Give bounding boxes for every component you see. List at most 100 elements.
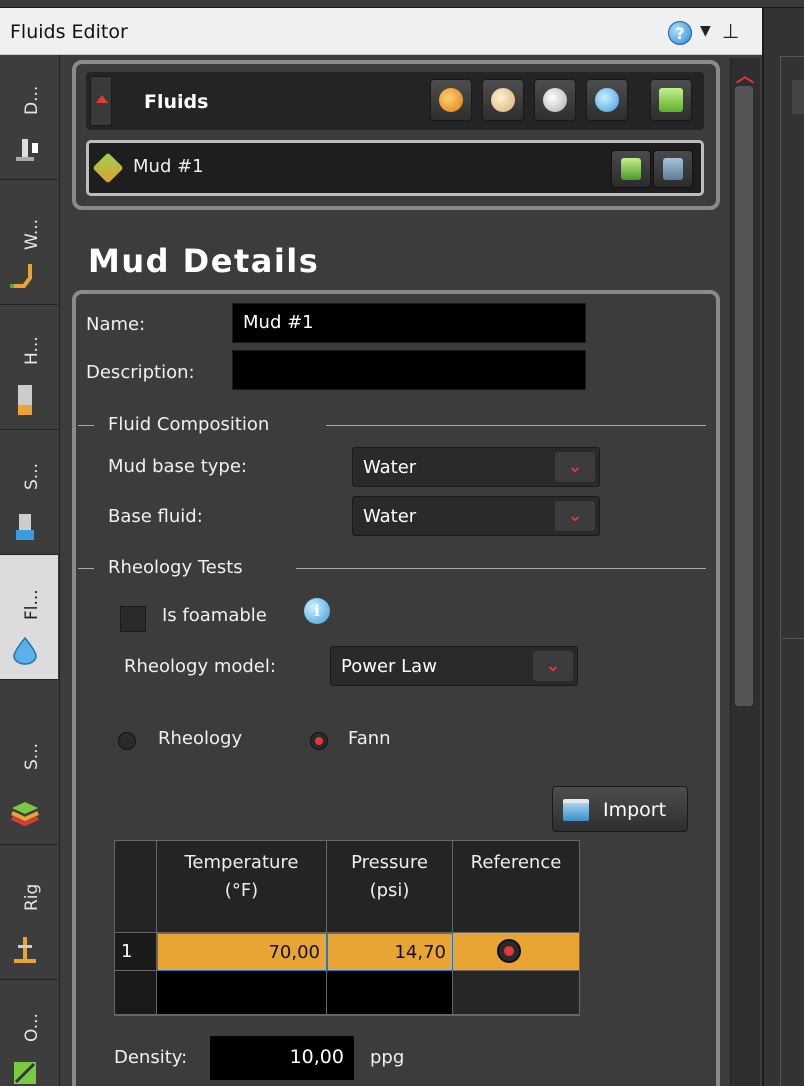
density-label: Density:	[114, 1047, 188, 1068]
mud-base-type-label: Mud base type:	[108, 456, 247, 477]
base-fluid-label: Base fluid:	[108, 506, 203, 527]
add-cream-fluid-icon	[491, 88, 515, 112]
add-blue-fluid-button[interactable]	[586, 79, 628, 121]
tab-subsurface[interactable]: S...	[0, 680, 58, 845]
new-reference-cell[interactable]	[453, 971, 579, 1015]
vertical-scrollbar[interactable]: ︿	[730, 58, 760, 1086]
fluids-header-label: Fluids	[144, 91, 209, 113]
vertical-tab-strip: D... W... H... S... Fl... S... Rig O...	[0, 55, 60, 1086]
dropdown-arrow-icon[interactable]: ▼	[700, 23, 711, 39]
other-icon	[14, 1062, 36, 1084]
help-icon[interactable]: ?	[668, 21, 692, 45]
tab-other[interactable]: O...	[0, 980, 58, 1086]
tab-string[interactable]: S...	[0, 430, 58, 555]
section-line	[296, 568, 706, 569]
info-icon[interactable]: i	[304, 598, 330, 624]
tab-label: Fl...	[22, 589, 42, 620]
new-temperature-cell[interactable]	[157, 971, 327, 1015]
pressure-cell[interactable]: 14,70	[327, 933, 453, 971]
section-line	[78, 425, 94, 426]
top-border	[0, 0, 804, 8]
temperature-cell[interactable]: 70,00	[157, 933, 327, 971]
base-fluid-value: Water	[363, 506, 417, 527]
fluid-composition-heading: Fluid Composition	[108, 414, 270, 435]
rheology-model-label: Rheology model:	[124, 656, 276, 677]
tab-fluids[interactable]: Fl...	[0, 555, 58, 680]
rheology-radio[interactable]	[118, 732, 136, 750]
rheology-tests-heading: Rheology Tests	[108, 557, 243, 578]
import-button[interactable]: Import	[552, 786, 688, 832]
tab-hole[interactable]: H...	[0, 305, 58, 430]
name-field[interactable]: Mud #1	[232, 303, 586, 343]
density-unit: ppg	[370, 1047, 405, 1068]
fluid-list-item[interactable]: Mud #1	[86, 140, 704, 196]
tab-drilling[interactable]: D...	[0, 55, 58, 180]
add-white-fluid-button[interactable]	[534, 79, 576, 121]
mud-icon	[92, 152, 124, 184]
window-title: Fluids Editor	[10, 21, 128, 43]
tab-well[interactable]: W...	[0, 180, 58, 305]
description-label: Description:	[86, 362, 195, 383]
copy-fluid-button[interactable]	[650, 79, 692, 121]
subsurface-layers-icon	[11, 802, 39, 827]
mud-base-type-value: Water	[363, 457, 417, 478]
chevron-down-icon[interactable]: ⌄	[533, 651, 573, 681]
add-cream-fluid-button[interactable]	[482, 79, 524, 121]
tab-rig[interactable]: Rig	[0, 845, 58, 980]
table-row-number[interactable]: 1	[115, 933, 157, 971]
section-line	[326, 425, 706, 426]
reference-radio[interactable]	[497, 939, 521, 963]
export-icon	[621, 158, 641, 180]
density-field[interactable]: 10,00	[210, 1036, 354, 1080]
window-titlebar: Fluids Editor ? ▼ ⊥	[0, 8, 762, 55]
name-label: Name:	[86, 314, 146, 335]
import-label: Import	[603, 799, 667, 821]
rheology-radio-label: Rheology	[158, 728, 243, 749]
drill-tower-icon	[16, 139, 38, 161]
fann-radio-label: Fann	[348, 728, 391, 749]
hole-section-icon	[18, 385, 32, 415]
well-path-icon	[10, 264, 32, 288]
page-title: Mud Details	[88, 242, 320, 280]
pin-icon[interactable]: ⊥	[722, 19, 739, 43]
export-fluid-button[interactable]	[611, 150, 651, 188]
chevron-down-icon[interactable]: ⌄	[555, 501, 595, 531]
copy-fluid-icon	[659, 88, 683, 112]
import-icon	[563, 799, 589, 821]
scroll-thumb[interactable]	[735, 86, 753, 706]
mud-base-type-select[interactable]: Water ⌄	[352, 447, 600, 487]
fluid-drop-icon	[13, 636, 37, 665]
tab-label: D...	[22, 85, 42, 115]
fluid-item-name: Mud #1	[133, 156, 204, 177]
reference-cell[interactable]	[453, 933, 579, 971]
tab-label: O...	[22, 1013, 42, 1042]
fluids-list-group: Fluids Mud #1	[72, 60, 720, 210]
add-orange-fluid-button[interactable]	[430, 79, 472, 121]
delete-fluid-button[interactable]	[653, 150, 693, 188]
new-row-header[interactable]	[115, 971, 157, 1015]
foamable-label: Is foamable	[162, 605, 267, 626]
rheology-model-select[interactable]: Power Law ⌄	[330, 646, 578, 686]
rheology-table: Temperature (°F) Pressure (psi) Referenc…	[114, 840, 580, 1016]
rig-icon	[14, 937, 36, 963]
scroll-up-icon[interactable]: ︿	[736, 62, 754, 88]
add-blue-fluid-icon	[595, 88, 619, 112]
description-field[interactable]	[232, 350, 586, 390]
column-header[interactable]: Temperature (°F)	[157, 841, 327, 933]
add-orange-fluid-icon	[439, 88, 463, 112]
right-panel-strip	[762, 8, 804, 1086]
base-fluid-select[interactable]: Water ⌄	[352, 496, 600, 536]
column-header[interactable]: Reference	[453, 841, 579, 933]
fann-radio[interactable]	[310, 732, 328, 750]
fluids-header: Fluids	[86, 72, 704, 130]
string-icon	[16, 514, 34, 540]
tab-label: Rig	[22, 883, 42, 911]
column-header[interactable]: Pressure (psi)	[327, 841, 453, 933]
rheology-model-value: Power Law	[341, 656, 437, 677]
foamable-checkbox[interactable]	[120, 606, 146, 632]
tab-label: H...	[22, 336, 42, 365]
chevron-down-icon[interactable]: ⌄	[555, 452, 595, 482]
tab-label: S...	[22, 742, 42, 770]
new-pressure-cell[interactable]	[327, 971, 453, 1015]
collapse-button[interactable]	[90, 76, 112, 126]
